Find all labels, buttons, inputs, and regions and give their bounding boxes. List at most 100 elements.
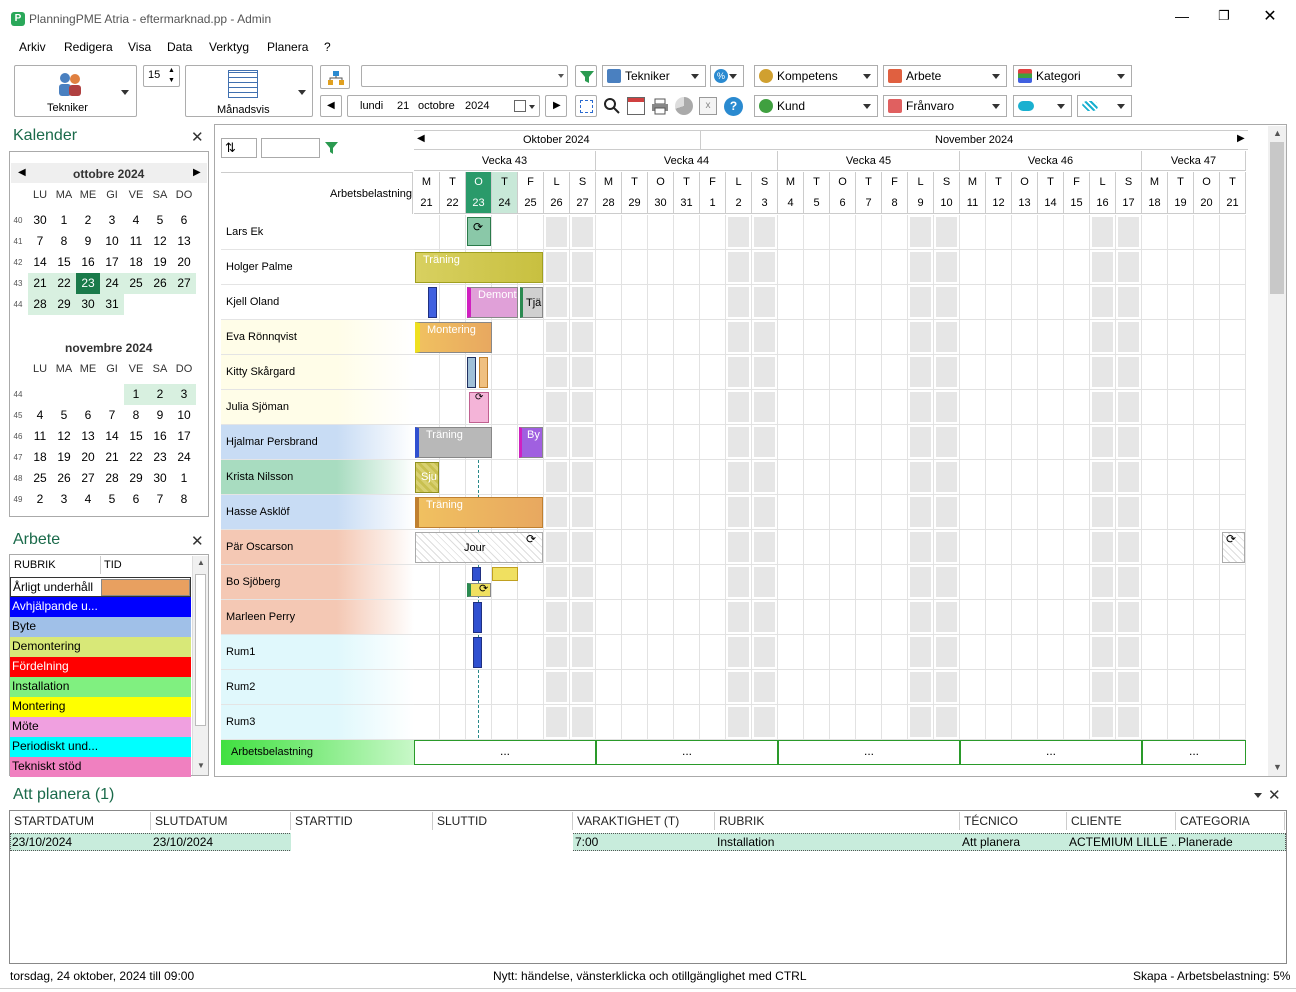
grid-cell[interactable] <box>960 390 986 425</box>
grid-cell[interactable] <box>648 460 674 495</box>
cal-day[interactable]: 28 <box>28 294 52 315</box>
cal-day[interactable]: 12 <box>52 426 76 447</box>
grid-cell[interactable] <box>1194 635 1220 670</box>
grid-cell[interactable] <box>934 460 960 495</box>
grid-cell[interactable] <box>1168 670 1194 705</box>
arbete-item[interactable]: Periodiskt und... <box>10 737 191 757</box>
grid-cell[interactable] <box>830 495 856 530</box>
kalender-close-icon[interactable]: ✕ <box>191 128 204 146</box>
grid-cell[interactable] <box>1012 565 1038 600</box>
grid-cell[interactable] <box>440 600 466 635</box>
grid-cell[interactable] <box>726 635 752 670</box>
grid-cell[interactable] <box>908 705 934 740</box>
grid-cell[interactable] <box>1194 670 1220 705</box>
grid-cell[interactable] <box>830 565 856 600</box>
grid-cell[interactable] <box>1116 425 1142 460</box>
grid-cell[interactable] <box>908 355 934 390</box>
grid-cell[interactable] <box>830 600 856 635</box>
grid-cell[interactable] <box>882 355 908 390</box>
cal-day[interactable]: 18 <box>28 447 52 468</box>
grid-cell[interactable] <box>726 460 752 495</box>
grid-cell[interactable] <box>882 425 908 460</box>
grid-cell[interactable] <box>1038 670 1064 705</box>
grid-cell[interactable] <box>1168 460 1194 495</box>
grid-cell[interactable] <box>570 565 596 600</box>
cal-day[interactable]: 16 <box>148 426 172 447</box>
grid-cell[interactable] <box>700 320 726 355</box>
grid-cell[interactable] <box>778 320 804 355</box>
grid-cell[interactable] <box>1038 425 1064 460</box>
att-planera-column-header[interactable]: SLUTTID <box>433 812 573 830</box>
grid-cell[interactable] <box>830 670 856 705</box>
cal-day[interactable]: 26 <box>148 273 172 294</box>
grid-cell[interactable] <box>440 285 466 320</box>
grid-cell[interactable] <box>648 495 674 530</box>
grid-cell[interactable] <box>544 600 570 635</box>
grid-cell[interactable] <box>986 320 1012 355</box>
grid-cell[interactable] <box>1116 285 1142 320</box>
grid-cell[interactable] <box>1194 425 1220 460</box>
grid-cell[interactable] <box>1116 390 1142 425</box>
grid-cell[interactable] <box>908 425 934 460</box>
grid-cell[interactable] <box>934 215 960 250</box>
cal-prev-icon[interactable]: ◀ <box>18 167 26 178</box>
grid-cell[interactable] <box>726 705 752 740</box>
grid-cell[interactable] <box>414 565 440 600</box>
grid-cell[interactable] <box>830 390 856 425</box>
resource-row-label[interactable]: Eva Rönnqvist <box>221 320 414 355</box>
grid-cell[interactable] <box>882 495 908 530</box>
grid-cell[interactable] <box>648 565 674 600</box>
grid-cell[interactable] <box>570 285 596 320</box>
grid-cell[interactable] <box>1038 635 1064 670</box>
grid-cell[interactable] <box>518 670 544 705</box>
grid-cell[interactable] <box>1116 250 1142 285</box>
grid-cell[interactable] <box>414 215 440 250</box>
grid-cell[interactable] <box>1220 355 1246 390</box>
grid-cell[interactable] <box>1064 355 1090 390</box>
grid-cell[interactable] <box>700 565 726 600</box>
grid-cell[interactable] <box>674 390 700 425</box>
grid-cell[interactable] <box>856 250 882 285</box>
toggle-dropdown-2[interactable] <box>1077 95 1132 117</box>
grid-cell[interactable] <box>544 670 570 705</box>
grid-cell[interactable] <box>1194 285 1220 320</box>
menu-visa[interactable]: Visa <box>128 40 151 54</box>
grid-cell[interactable] <box>648 705 674 740</box>
grid-cell[interactable] <box>882 635 908 670</box>
grid-cell[interactable] <box>1116 705 1142 740</box>
grid-cell[interactable] <box>1064 600 1090 635</box>
cal-day[interactable]: 27 <box>76 468 100 489</box>
grid-cell[interactable] <box>674 495 700 530</box>
event-marleen[interactable] <box>473 602 482 633</box>
grid-cell[interactable] <box>830 705 856 740</box>
grid-cell[interactable] <box>1116 565 1142 600</box>
grid-cell[interactable] <box>856 460 882 495</box>
grid-cell[interactable] <box>960 355 986 390</box>
cal-day[interactable]: 14 <box>28 252 52 273</box>
grid-cell[interactable] <box>674 600 700 635</box>
grid-cell[interactable] <box>622 250 648 285</box>
grid-cell[interactable] <box>1194 600 1220 635</box>
grid-cell[interactable] <box>1064 670 1090 705</box>
grid-cell[interactable] <box>726 390 752 425</box>
grid-cell[interactable] <box>960 705 986 740</box>
cal-day[interactable]: 7 <box>28 231 52 252</box>
grid-cell[interactable] <box>778 460 804 495</box>
grid-cell[interactable] <box>1012 495 1038 530</box>
grid-cell[interactable] <box>1012 355 1038 390</box>
grid-cell[interactable] <box>596 670 622 705</box>
search-combo[interactable] <box>361 65 568 87</box>
grid-cell[interactable] <box>596 565 622 600</box>
grid-cell[interactable] <box>1116 600 1142 635</box>
cal-day[interactable]: 30 <box>148 468 172 489</box>
grid-cell[interactable] <box>1038 495 1064 530</box>
grid-cell[interactable] <box>622 285 648 320</box>
grid-cell[interactable] <box>700 705 726 740</box>
cal-day[interactable]: 30 <box>28 210 52 231</box>
grid-cell[interactable] <box>596 495 622 530</box>
grid-cell[interactable] <box>908 285 934 320</box>
grid-cell[interactable] <box>648 320 674 355</box>
grid-cell[interactable] <box>622 705 648 740</box>
grid-cell[interactable] <box>752 530 778 565</box>
grid-cell[interactable] <box>570 530 596 565</box>
